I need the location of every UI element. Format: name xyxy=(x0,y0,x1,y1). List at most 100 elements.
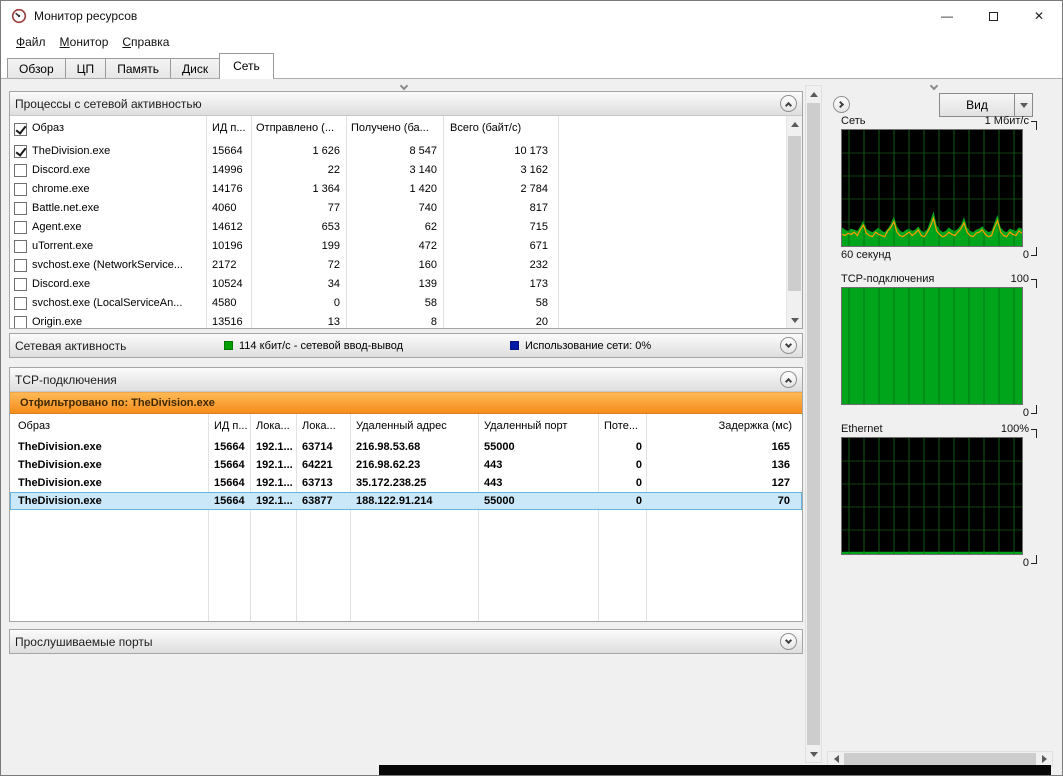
cell-sent: 77 xyxy=(327,202,340,214)
chevron-down-icon xyxy=(784,636,793,644)
table-row[interactable]: svchost.exe (NetworkService... 2172 72 160 2… xyxy=(10,256,786,275)
table-row[interactable]: TheDivision.exe 15664 192.1... 63713 35.172.… xyxy=(10,474,802,492)
table-row[interactable]: Origin.exe 13516 13 8 20 xyxy=(10,313,786,328)
column-header-image[interactable]: Образ xyxy=(18,414,204,439)
menu-help[interactable]: Справка xyxy=(115,35,176,49)
cell-losses: 0 xyxy=(635,441,642,453)
table-row[interactable]: chrome.exe 14176 1 364 1 420 2 784 xyxy=(10,180,786,199)
cell-received: 8 547 xyxy=(409,145,437,157)
cell-local_port: 63713 xyxy=(302,477,333,489)
expand-ports-button[interactable] xyxy=(780,633,797,650)
filter-bar: Отфильтровано по: TheDivision.exe xyxy=(10,392,802,414)
column-header-pid[interactable]: ИД п... xyxy=(212,116,254,141)
scroll-thumb[interactable] xyxy=(844,752,1036,766)
chart-label-row: Сеть 1 Мбит/с xyxy=(841,113,1037,130)
cell-pid: 15664 xyxy=(214,477,245,489)
cell-sent: 1 626 xyxy=(312,145,340,157)
row-checkbox[interactable] xyxy=(14,164,27,177)
column-header-latency[interactable]: Задержка (мс) xyxy=(652,414,792,439)
row-checkbox[interactable] xyxy=(14,316,27,328)
table-row[interactable]: TheDivision.exe 15664 192.1... 64221 216.98.… xyxy=(10,456,802,474)
arrow-down-icon xyxy=(809,751,818,757)
menu-file[interactable]: Файл xyxy=(9,35,53,49)
scroll-thumb[interactable] xyxy=(807,103,820,745)
row-checkbox[interactable] xyxy=(14,183,27,196)
ports-panel-header[interactable]: Прослушиваемые порты xyxy=(10,630,802,653)
table-row[interactable]: TheDivision.exe 15664 192.1... 63877 188.122… xyxy=(10,492,802,510)
table-row[interactable]: TheDivision.exe 15664 1 626 8 547 10 173 xyxy=(10,142,786,161)
maximize-icon xyxy=(988,11,998,21)
expand-activity-button[interactable] xyxy=(780,337,797,354)
menu-monitor[interactable]: Монитор xyxy=(53,35,116,49)
column-header-remote-port[interactable]: Удаленный порт xyxy=(484,414,594,439)
tab-cpu[interactable]: ЦП xyxy=(64,58,107,79)
tabbar: Обзор ЦП Память Диск Сеть xyxy=(1,53,1062,79)
row-checkbox[interactable] xyxy=(14,278,27,291)
minimize-button[interactable]: — xyxy=(924,1,970,31)
arrow-left-icon xyxy=(833,755,839,763)
main-vertical-scrollbar[interactable] xyxy=(805,85,822,763)
table-row[interactable]: uTorrent.exe 10196 199 472 671 xyxy=(10,237,786,256)
table-row[interactable]: Battle.net.exe 4060 77 740 817 xyxy=(10,199,786,218)
select-all-checkbox[interactable] xyxy=(14,123,27,136)
cell-name: TheDivision.exe xyxy=(32,145,111,157)
row-checkbox[interactable] xyxy=(14,202,27,215)
cell-total: 58 xyxy=(535,297,548,309)
maximize-button[interactable] xyxy=(970,1,1016,31)
tab-overview[interactable]: Обзор xyxy=(7,58,66,79)
column-header-local-addr[interactable]: Лока... xyxy=(256,414,294,439)
chart-min-label: 0 xyxy=(1022,557,1029,569)
column-header-losses[interactable]: Поте... xyxy=(604,414,642,439)
chart-title: Ethernet xyxy=(841,423,883,435)
splitter-grip-icon[interactable] xyxy=(399,81,409,91)
network-activity-header[interactable]: Сетевая активность 114 кбит/с - сетевой … xyxy=(10,334,802,357)
tab-disk[interactable]: Диск xyxy=(169,58,221,79)
scroll-thumb[interactable] xyxy=(788,136,801,291)
tab-network[interactable]: Сеть xyxy=(219,53,274,79)
network-chart-canvas xyxy=(842,130,1022,246)
resource-monitor-window: Монитор ресурсов — ✕ Файл Монитор Справк… xyxy=(0,0,1063,776)
scroll-down-button[interactable] xyxy=(806,746,821,762)
tcp-panel-header[interactable]: TCP-подключения xyxy=(10,368,802,392)
close-icon: ✕ xyxy=(1033,9,1045,23)
cell-total: 817 xyxy=(529,202,548,214)
table-row[interactable]: Discord.exe 10524 34 139 173 xyxy=(10,275,786,294)
row-checkbox[interactable] xyxy=(14,240,27,253)
row-checkbox[interactable] xyxy=(14,297,27,310)
close-button[interactable]: ✕ xyxy=(1016,1,1062,31)
collapse-tcp-button[interactable] xyxy=(780,371,797,388)
row-checkbox[interactable] xyxy=(14,221,27,234)
column-header-received[interactable]: Получено (ба... xyxy=(351,116,441,141)
collapse-sidebar-button[interactable] xyxy=(833,96,850,113)
menubar: Файл Монитор Справка xyxy=(1,31,1062,53)
cell-name: uTorrent.exe xyxy=(32,240,94,252)
cell-total: 232 xyxy=(529,259,548,271)
table-row[interactable]: Agent.exe 14612 653 62 715 xyxy=(10,218,786,237)
scroll-right-button[interactable] xyxy=(1036,752,1052,766)
table-row[interactable]: Discord.exe 14996 22 3 140 3 162 xyxy=(10,161,786,180)
tab-memory[interactable]: Память xyxy=(105,58,171,79)
row-checkbox[interactable] xyxy=(14,259,27,272)
scroll-left-button[interactable] xyxy=(828,752,844,766)
scale-bracket xyxy=(1031,404,1037,414)
arrow-down-icon xyxy=(790,317,799,323)
table-row[interactable]: svchost.exe (LocalServiceAn... 4580 0 58 58 xyxy=(10,294,786,313)
column-header-pid[interactable]: ИД п... xyxy=(214,414,248,439)
row-checkbox[interactable] xyxy=(14,145,27,158)
column-header-remote-addr[interactable]: Удаленный адрес xyxy=(356,414,474,439)
cell-pid: 10524 xyxy=(212,278,243,290)
column-header-total[interactable]: Всего (байт/с) xyxy=(450,116,556,141)
scroll-down-button[interactable] xyxy=(787,312,802,328)
column-header-image[interactable]: Образ xyxy=(32,116,202,141)
scroll-up-button[interactable] xyxy=(806,86,821,102)
processes-panel-header[interactable]: Процессы с сетевой активностью xyxy=(10,92,802,116)
cell-pid: 15664 xyxy=(214,441,245,453)
column-header-sent[interactable]: Отправлено (... xyxy=(256,116,344,141)
tcp-table-body: TheDivision.exe 15664 192.1... 63714 216.98.… xyxy=(10,438,802,588)
column-header-local-port[interactable]: Лока... xyxy=(302,414,346,439)
collapse-processes-button[interactable] xyxy=(780,95,797,112)
cell-pid: 14612 xyxy=(212,221,243,233)
table-row[interactable]: TheDivision.exe 15664 192.1... 63714 216.98.… xyxy=(10,438,802,456)
scroll-up-button[interactable] xyxy=(787,116,802,132)
processes-scrollbar[interactable] xyxy=(786,116,802,328)
